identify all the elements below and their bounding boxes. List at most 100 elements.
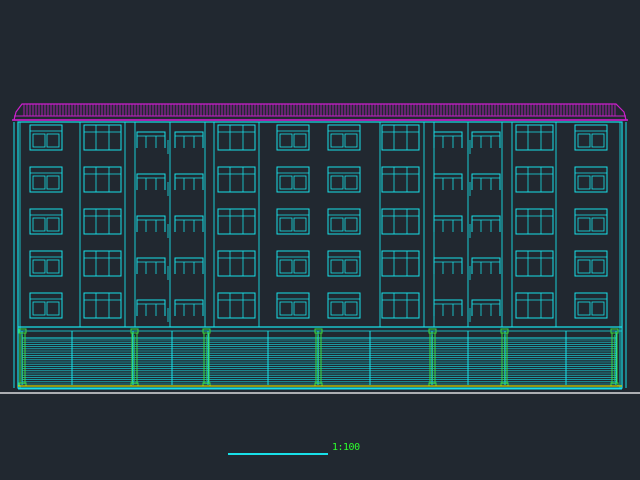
window-frame (515, 250, 554, 277)
window-frame (327, 124, 361, 151)
window-pane (344, 175, 358, 190)
upper-floor-windows (29, 124, 608, 319)
window-frame (574, 292, 608, 319)
window-frame (327, 250, 361, 277)
window-frame (574, 124, 608, 151)
elevation-drawing (0, 103, 640, 455)
window-pane (330, 175, 344, 190)
window-pane (46, 301, 60, 316)
window-pane (591, 301, 605, 316)
stair-window-frame (136, 299, 166, 316)
window-pane (279, 217, 293, 232)
window-frame (327, 208, 361, 235)
window-pane (279, 301, 293, 316)
window-frame (381, 250, 420, 277)
stair-window-frame (471, 257, 501, 274)
window-pane (293, 217, 307, 232)
window-frame (574, 208, 608, 235)
window-pane (32, 259, 46, 274)
stair-window-frame (174, 257, 204, 274)
window-frame (381, 208, 420, 235)
stair-window-frame (136, 215, 166, 232)
window-frame (276, 124, 310, 151)
window-frame (29, 166, 63, 193)
window-frame (327, 292, 361, 319)
stair-window-frame (174, 173, 204, 190)
window-frame (515, 166, 554, 193)
window-frame (276, 166, 310, 193)
window-pane (577, 301, 591, 316)
window-frame (83, 208, 122, 235)
window-pane (591, 175, 605, 190)
window-pane (591, 133, 605, 148)
window-pane (577, 259, 591, 274)
window-pane (293, 175, 307, 190)
window-frame (83, 166, 122, 193)
window-frame (574, 166, 608, 193)
window-pane (344, 217, 358, 232)
stair-window-frame (136, 173, 166, 190)
stair-window-frame (174, 131, 204, 148)
window-frame (217, 292, 256, 319)
window-pane (279, 133, 293, 148)
window-frame (381, 124, 420, 151)
window-frame (276, 208, 310, 235)
ground-line (0, 385, 640, 394)
building-outline (13, 121, 627, 389)
window-pane (330, 133, 344, 148)
stair-window-frame (433, 131, 463, 148)
stair-window-frame (471, 173, 501, 190)
window-frame (29, 208, 63, 235)
window-frame (381, 292, 420, 319)
window-frame (83, 292, 122, 319)
stair-window-frame (433, 173, 463, 190)
window-pane (330, 259, 344, 274)
window-frame (217, 166, 256, 193)
window-frame (29, 124, 63, 151)
stair-window-frame (433, 299, 463, 316)
window-frame (574, 250, 608, 277)
stair-window-frame (433, 215, 463, 232)
window-pane (591, 259, 605, 274)
window-pane (344, 259, 358, 274)
window-frame (327, 166, 361, 193)
window-pane (279, 259, 293, 274)
stair-window-frame (433, 257, 463, 274)
window-frame (515, 124, 554, 151)
window-pane (46, 133, 60, 148)
stair-window-frame (174, 215, 204, 232)
window-frame (83, 124, 122, 151)
ground-floor-shopfronts (21, 331, 617, 385)
window-pane (577, 217, 591, 232)
window-pane (32, 217, 46, 232)
window-pane (32, 133, 46, 148)
window-pane (330, 301, 344, 316)
window-frame (29, 292, 63, 319)
window-frame (276, 250, 310, 277)
roof (12, 103, 628, 121)
window-frame (381, 166, 420, 193)
stair-window-frame (136, 131, 166, 148)
window-pane (46, 217, 60, 232)
stair-window-frame (471, 131, 501, 148)
window-pane (293, 301, 307, 316)
window-frame (515, 208, 554, 235)
window-frame (217, 250, 256, 277)
window-frame (217, 208, 256, 235)
stair-window-frame (136, 257, 166, 274)
window-pane (32, 301, 46, 316)
scale-label: 1:100 (332, 442, 360, 453)
window-pane (279, 175, 293, 190)
stair-window-frame (174, 299, 204, 316)
window-pane (46, 175, 60, 190)
window-pane (344, 301, 358, 316)
window-frame (217, 124, 256, 151)
window-pane (344, 133, 358, 148)
window-pane (577, 175, 591, 190)
window-pane (577, 133, 591, 148)
stair-window-frame (471, 299, 501, 316)
window-frame (83, 250, 122, 277)
window-pane (591, 217, 605, 232)
window-pane (293, 133, 307, 148)
window-pane (330, 217, 344, 232)
